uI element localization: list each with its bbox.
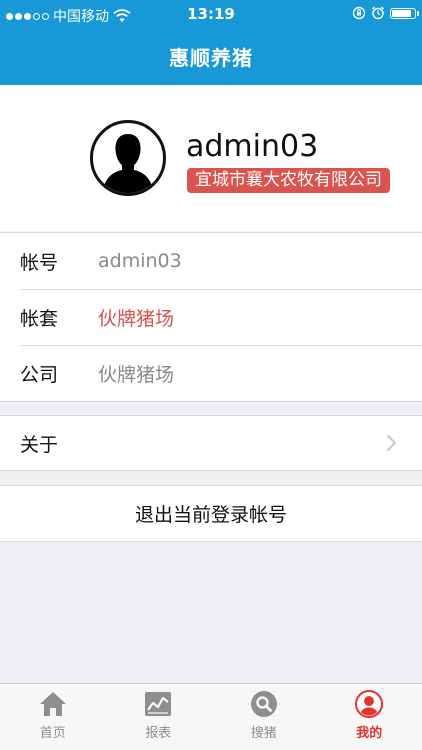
ledger-row: 帐套 伙牌猪场	[0, 289, 422, 345]
company-row: 公司 伙牌猪场	[0, 345, 422, 401]
company-badge: 宜城市襄大农牧有限公司	[187, 168, 390, 193]
account-info-list: 帐号 admin03 帐套 伙牌猪场 公司 伙牌猪场	[0, 232, 422, 402]
company-value: 伙牌猪场	[98, 363, 175, 386]
status-bar: 中国移动 13:19	[0, 0, 422, 28]
account-row: 帐号 admin03	[0, 233, 422, 289]
tab-mine-label: 我的	[356, 726, 383, 741]
about-row[interactable]: 关于	[0, 415, 422, 471]
about-label: 关于	[20, 433, 59, 456]
search-icon	[250, 691, 277, 717]
tab-search-pig[interactable]: 搜猪	[211, 684, 317, 750]
account-value: admin03	[98, 250, 182, 272]
home-icon	[39, 692, 66, 716]
tab-bar: 首页 报表 搜猪 我的	[0, 683, 422, 750]
alarm-icon	[372, 6, 384, 20]
logout-button[interactable]: 退出当前登录帐号	[0, 485, 422, 542]
battery-icon	[390, 7, 419, 19]
chart-icon	[145, 692, 172, 716]
ledger-value: 伙牌猪场	[98, 307, 175, 330]
tab-mine[interactable]: 我的	[317, 684, 422, 750]
user-icon	[355, 690, 384, 718]
user-silhouette-icon	[102, 134, 154, 193]
profile-header: admin03 宜城市襄大农牧有限公司	[0, 85, 422, 231]
page-title: 惠顺养猪	[169, 46, 253, 70]
tab-report-label: 报表	[145, 726, 172, 741]
chevron-right-icon	[387, 435, 396, 451]
battery-level	[392, 9, 411, 17]
orientation-lock-icon	[352, 6, 366, 20]
tab-home-label: 首页	[39, 726, 66, 741]
tab-home[interactable]: 首页	[0, 684, 106, 750]
company-label: 公司	[20, 363, 59, 386]
app-screen: 中国移动 13:19 惠顺养猪 admin03 宜城市襄大农牧有限公司 帐号 a…	[0, 0, 422, 750]
ledger-label: 帐套	[20, 307, 59, 330]
username: admin03	[186, 129, 319, 164]
status-right	[352, 6, 419, 20]
tab-report[interactable]: 报表	[106, 684, 212, 750]
top-bar: 中国移动 13:19 惠顺养猪	[0, 0, 422, 85]
nav-bar: 惠顺养猪	[0, 28, 422, 85]
account-label: 帐号	[20, 251, 59, 274]
avatar[interactable]	[90, 120, 166, 196]
tab-search-pig-label: 搜猪	[250, 726, 277, 741]
